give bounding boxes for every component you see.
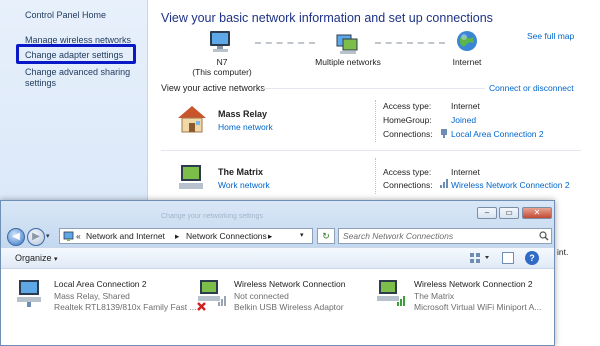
ethernet-adapter-icon[interactable] bbox=[15, 278, 47, 308]
window-frame: Change your networking settings – ▭ ✕ ◀ … bbox=[1, 201, 554, 247]
network-connections-window: Change your networking settings – ▭ ✕ ◀ … bbox=[0, 200, 555, 346]
connect-disconnect-link[interactable]: Connect or disconnect bbox=[489, 83, 574, 93]
access-type-label: Access type: bbox=[383, 167, 432, 177]
globe-icon bbox=[455, 29, 479, 53]
preview-pane-button[interactable] bbox=[502, 252, 514, 264]
sidebar-item-advanced-sharing[interactable]: Change advanced sharing bbox=[25, 67, 130, 77]
breadcrumb-separator[interactable]: ▸ bbox=[268, 229, 272, 243]
adapter-status: Mass Relay, Shared bbox=[54, 291, 130, 301]
breadcrumb-separator[interactable]: ▸ bbox=[175, 229, 179, 243]
wireless-adapter-icon[interactable] bbox=[375, 278, 409, 312]
map-computer-label: N7 bbox=[216, 57, 228, 67]
adapter-device: Microsoft Virtual WiFi Miniport A... bbox=[414, 302, 542, 312]
wireless-signal-icon bbox=[440, 178, 448, 188]
homegroup-link[interactable]: Joined bbox=[451, 115, 476, 125]
active-networks-header: View your active networks bbox=[161, 83, 265, 93]
access-type-value: Internet bbox=[451, 167, 480, 177]
work-network-icon bbox=[177, 163, 207, 193]
help-icon[interactable]: ? bbox=[525, 251, 539, 265]
network-type-link[interactable]: Work network bbox=[218, 180, 270, 190]
map-connector bbox=[375, 42, 445, 44]
map-computer-sublabel: (This computer) bbox=[192, 67, 252, 77]
organize-label: Organize bbox=[15, 253, 52, 263]
partial-text: int. bbox=[557, 247, 569, 257]
network-name: Mass Relay bbox=[218, 109, 268, 119]
map-internet-label: Internet bbox=[452, 57, 482, 67]
homegroup-label: HomeGroup: bbox=[383, 115, 432, 125]
ethernet-icon bbox=[440, 128, 448, 138]
access-type-value: Internet bbox=[451, 101, 480, 111]
toolbar: Organize ▾ ? bbox=[1, 247, 554, 269]
network-name: The Matrix bbox=[218, 167, 264, 177]
breadcrumb-network-connections[interactable]: Network Connections bbox=[186, 229, 267, 243]
sidebar-item-advanced-sharing-line2[interactable]: settings bbox=[25, 78, 56, 88]
refresh-button[interactable]: ↻ bbox=[317, 228, 335, 244]
multiple-networks-icon bbox=[334, 29, 360, 55]
page-title: View your basic network information and … bbox=[161, 11, 493, 25]
adapter-name[interactable]: Wireless Network Connection bbox=[234, 279, 345, 289]
address-dropdown[interactable]: ▾ bbox=[300, 229, 304, 243]
map-connector bbox=[255, 42, 315, 44]
breadcrumb-network-internet[interactable]: Network and Internet bbox=[86, 229, 165, 243]
adapter-device: Realtek RTL8139/810x Family Fast ... bbox=[54, 302, 197, 312]
adapter-device: Belkin USB Wireless Adaptor bbox=[234, 302, 344, 312]
recent-pages-dropdown[interactable]: ▾ bbox=[46, 232, 50, 240]
adapter-status: Not connected bbox=[234, 291, 289, 301]
adapter-name[interactable]: Wireless Network Connection 2 bbox=[414, 279, 533, 289]
divider bbox=[161, 150, 581, 151]
connections-label: Connections: bbox=[383, 180, 433, 190]
background-text: Change your networking settings bbox=[161, 213, 263, 220]
breadcrumb-overflow[interactable]: « bbox=[76, 229, 81, 243]
maximize-button[interactable]: ▭ bbox=[499, 207, 519, 219]
divider bbox=[263, 88, 485, 89]
organize-button[interactable]: Organize ▾ bbox=[15, 253, 58, 263]
home-icon bbox=[176, 104, 208, 134]
connection-link[interactable]: Wireless Network Connection 2 bbox=[451, 180, 570, 190]
chevron-down-icon: ▾ bbox=[54, 256, 58, 263]
computer-icon bbox=[208, 30, 236, 54]
minimize-button[interactable]: – bbox=[477, 207, 497, 219]
close-button[interactable]: ✕ bbox=[522, 207, 552, 219]
wireless-adapter-icon[interactable] bbox=[196, 278, 230, 312]
sidebar-item-change-adapter[interactable]: Change adapter settings bbox=[25, 50, 123, 60]
back-button[interactable]: ◀ bbox=[7, 228, 25, 246]
divider bbox=[375, 158, 376, 194]
connections-label: Connections: bbox=[383, 129, 433, 139]
search-input[interactable]: Search Network Connections bbox=[338, 228, 552, 244]
sidebar-home-link[interactable]: Control Panel Home bbox=[25, 10, 106, 20]
network-type-link[interactable]: Home network bbox=[218, 122, 273, 132]
address-bar[interactable]: « Network and Internet ▸ Network Connect… bbox=[59, 228, 313, 244]
see-full-map-link[interactable]: See full map bbox=[527, 31, 574, 41]
adapter-name[interactable]: Local Area Connection 2 bbox=[54, 279, 147, 289]
divider bbox=[375, 100, 376, 142]
network-folder-icon bbox=[63, 230, 75, 242]
search-icon[interactable] bbox=[539, 231, 549, 241]
connection-link[interactable]: Local Area Connection 2 bbox=[451, 129, 544, 139]
forward-button[interactable]: ▶ bbox=[27, 228, 45, 246]
map-multiple-networks-label: Multiple networks bbox=[315, 57, 381, 67]
adapter-status: The Matrix bbox=[414, 291, 455, 301]
view-options-button[interactable] bbox=[469, 252, 493, 264]
access-type-label: Access type: bbox=[383, 101, 432, 111]
